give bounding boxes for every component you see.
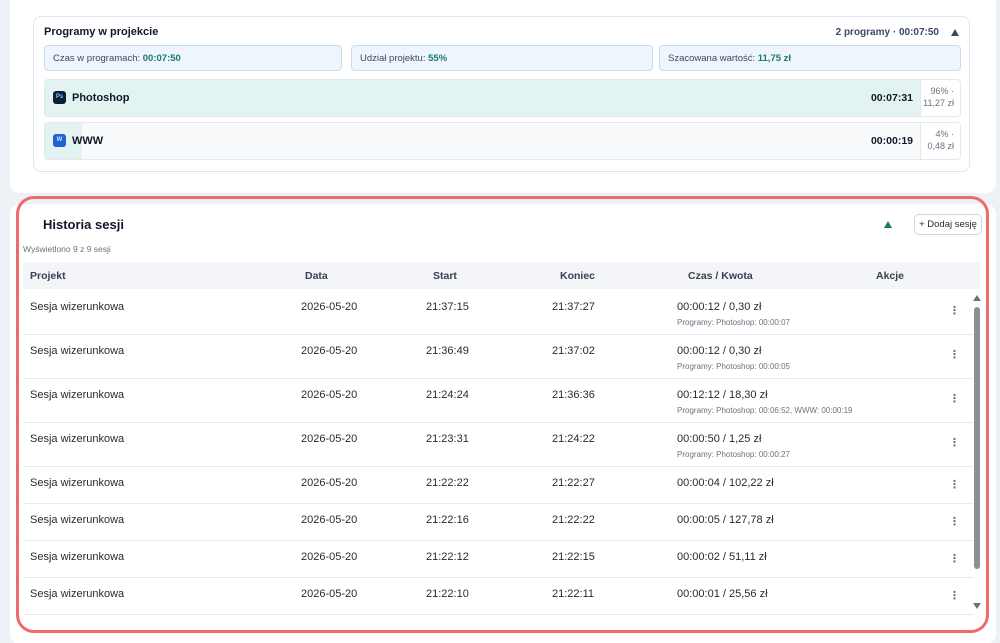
- session-row[interactable]: Sesja wizerunkowa 2026-05-20 21:22:10 21:22…: [23, 578, 974, 615]
- stat-time-in-programs: Czas w programach: 00:07:50: [44, 45, 342, 71]
- col-actions: Akcje: [876, 270, 905, 282]
- more-actions-icon[interactable]: ⋮: [949, 589, 960, 602]
- session-programs-detail: Programy: Photoshop: 00:00:27: [677, 450, 790, 459]
- table-header: Projekt Data Start Koniec Czas / Kwota A…: [23, 262, 980, 289]
- scroll-up-icon[interactable]: [973, 295, 981, 301]
- session-start: 21:36:49: [426, 345, 469, 357]
- program-name: WWW: [72, 135, 104, 147]
- session-end: 21:37:27: [552, 301, 595, 313]
- program-time: 00:07:31: [870, 92, 913, 104]
- session-end: 21:36:36: [552, 389, 595, 401]
- col-start[interactable]: Start: [433, 270, 457, 282]
- more-actions-icon[interactable]: ⋮: [949, 552, 960, 565]
- scroll-thumb[interactable]: [974, 307, 980, 569]
- stat-estimated-value: Szacowana wartość: 11,75 zł: [659, 45, 961, 71]
- table-scrollbar[interactable]: [971, 293, 983, 613]
- session-date: 2026-05-20: [301, 389, 358, 401]
- program-row-photoshop[interactable]: Ps Photoshop 00:07:31 96% · 11,27 zł: [44, 79, 961, 117]
- history-title: Historia sesji: [43, 217, 124, 232]
- session-date: 2026-05-20: [301, 514, 358, 526]
- program-name: Photoshop: [72, 92, 130, 104]
- program-share: 4% · 0,48 zł: [920, 123, 960, 159]
- collapse-history-icon[interactable]: [884, 221, 892, 228]
- session-row[interactable]: Sesja wizerunkowa 2026-05-20 21:36:49 21:37…: [23, 335, 974, 379]
- session-end: 21:22:11: [552, 588, 595, 600]
- session-date: 2026-05-20: [301, 433, 358, 445]
- session-project: Sesja wizerunkowa: [30, 514, 125, 526]
- shown-count: Wyświetlono 9 z 9 sesji: [23, 244, 111, 254]
- session-programs-detail: Programy: Photoshop: 00:00:07: [677, 318, 790, 327]
- programs-panel: Programy w projekcie 2 programy · 00:07:…: [33, 16, 970, 172]
- session-amount: 00:00:05 / 127,78 zł: [677, 514, 774, 526]
- col-end[interactable]: Koniec: [560, 270, 595, 282]
- program-time: 00:00:19: [870, 135, 913, 147]
- session-project: Sesja wizerunkowa: [30, 389, 125, 401]
- program-share-bar: [45, 80, 924, 116]
- programs-summary: 2 programy · 00:07:50: [835, 27, 939, 38]
- session-date: 2026-05-20: [301, 477, 358, 489]
- session-project: Sesja wizerunkowa: [30, 301, 125, 313]
- more-actions-icon[interactable]: ⋮: [949, 348, 960, 361]
- more-actions-icon[interactable]: ⋮: [949, 436, 960, 449]
- col-amount[interactable]: Czas / Kwota: [688, 270, 753, 282]
- collapse-programs-icon[interactable]: [951, 29, 959, 36]
- session-amount: 00:00:50 / 1,25 zł: [677, 433, 762, 445]
- session-project: Sesja wizerunkowa: [30, 551, 125, 563]
- session-start: 21:23:31: [426, 433, 469, 445]
- session-row[interactable]: Sesja wizerunkowa 2026-05-20 21:22:16 21:22…: [23, 504, 974, 541]
- session-project: Sesja wizerunkowa: [30, 345, 125, 357]
- session-project: Sesja wizerunkowa: [30, 588, 125, 600]
- more-actions-icon[interactable]: ⋮: [949, 392, 960, 405]
- session-end: 21:37:02: [552, 345, 595, 357]
- session-amount: 00:00:12 / 0,30 zł: [677, 345, 762, 357]
- session-row[interactable]: Sesja wizerunkowa 2026-05-20 21:22:22 21:22…: [23, 467, 974, 504]
- program-share: 96% · 11,27 zł: [920, 80, 960, 116]
- session-date: 2026-05-20: [301, 345, 358, 357]
- session-project: Sesja wizerunkowa: [30, 477, 125, 489]
- session-start: 21:37:15: [426, 301, 469, 313]
- session-row[interactable]: Sesja wizerunkowa 2026-05-20 21:22:12 21:22…: [23, 541, 974, 578]
- session-end: 21:22:22: [552, 514, 595, 526]
- session-end: 21:24:22: [552, 433, 595, 445]
- session-amount: 00:00:04 / 102,22 zł: [677, 477, 774, 489]
- session-amount: 00:00:12 / 0,30 zł: [677, 301, 762, 313]
- photoshop-icon: Ps: [53, 91, 66, 104]
- session-amount: 00:00:01 / 25,56 zł: [677, 588, 768, 600]
- programs-title: Programy w projekcie: [44, 26, 159, 38]
- session-start: 21:24:24: [426, 389, 469, 401]
- add-session-button[interactable]: + Dodaj sesję: [914, 214, 982, 235]
- session-date: 2026-05-20: [301, 588, 358, 600]
- session-end: 21:22:15: [552, 551, 595, 563]
- session-start: 21:22:10: [426, 588, 469, 600]
- col-date[interactable]: Data: [305, 270, 328, 282]
- session-programs-detail: Programy: Photoshop: 00:00:05: [677, 362, 790, 371]
- more-actions-icon[interactable]: ⋮: [949, 304, 960, 317]
- session-project: Sesja wizerunkowa: [30, 433, 125, 445]
- program-row-www[interactable]: W WWW 00:00:19 4% · 0,48 zł: [44, 122, 961, 160]
- session-start: 21:22:22: [426, 477, 469, 489]
- session-start: 21:22:12: [426, 551, 469, 563]
- www-icon: W: [53, 134, 66, 147]
- session-date: 2026-05-20: [301, 551, 358, 563]
- session-programs-detail: Programy: Photoshop: 00:06:52, WWW: 00:0…: [677, 406, 853, 415]
- stat-project-share: Udział projektu: 55%: [351, 45, 653, 71]
- session-date: 2026-05-20: [301, 301, 358, 313]
- scroll-down-icon[interactable]: [973, 603, 981, 609]
- session-amount: 00:00:02 / 51,11 zł: [677, 551, 767, 563]
- session-start: 21:22:16: [426, 514, 469, 526]
- session-row[interactable]: Sesja wizerunkowa 2026-05-20 21:23:31 21:24…: [23, 423, 974, 467]
- more-actions-icon[interactable]: ⋮: [949, 478, 960, 491]
- more-actions-icon[interactable]: ⋮: [949, 515, 960, 528]
- session-amount: 00:12:12 / 18,30 zł: [677, 389, 768, 401]
- session-end: 21:22:27: [552, 477, 595, 489]
- session-row[interactable]: Sesja wizerunkowa 2026-05-20 21:24:24 21:36…: [23, 379, 974, 423]
- session-row[interactable]: Sesja wizerunkowa 2026-05-20 21:37:15 21:37…: [23, 291, 974, 335]
- col-project[interactable]: Projekt: [30, 270, 66, 282]
